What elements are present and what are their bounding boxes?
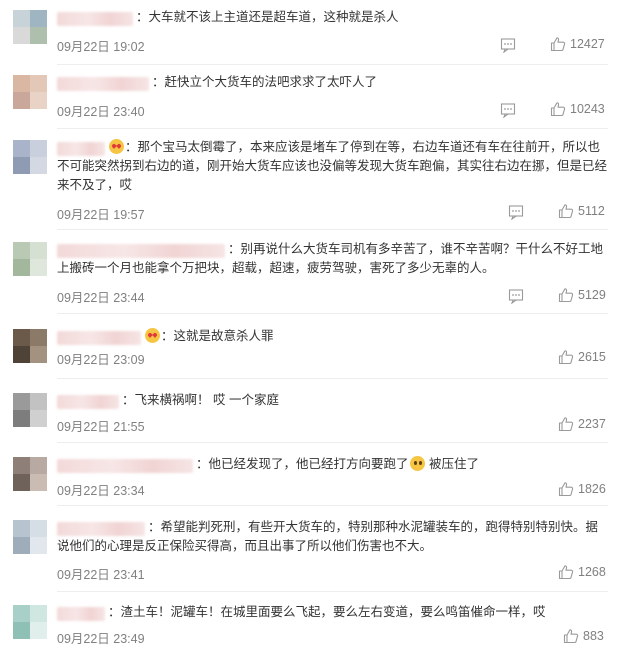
avatar[interactable] bbox=[13, 605, 47, 639]
heart-eyes-emoji-icon bbox=[145, 328, 160, 343]
thumbs-up-icon[interactable] bbox=[558, 349, 574, 365]
divider bbox=[57, 64, 608, 65]
comment-text: ：渣土车！泥罐车！在城里面要么飞起，要么左右变道，要么鸣笛催命一样，哎 bbox=[108, 605, 546, 619]
thumbs-up-icon[interactable] bbox=[558, 416, 574, 432]
comment-text: ：这就是故意杀人罪 bbox=[57, 327, 608, 346]
thumbs-up-icon[interactable] bbox=[558, 203, 574, 219]
like-count: 2237 bbox=[578, 417, 606, 431]
divider bbox=[57, 378, 608, 379]
comment-time: 09月22日 19:57 bbox=[57, 208, 145, 222]
comment-item: ：赶快立个大货车的法吧求求了太吓人了 09月22日 23:40 10243 bbox=[0, 73, 622, 123]
avatar[interactable] bbox=[13, 75, 47, 109]
like-count: 883 bbox=[583, 629, 604, 643]
comment-item: ：大车就不该上主道还是超车道，这种就是杀人 09月22日 19:02 12427 bbox=[0, 8, 622, 58]
thumbs-up-icon[interactable] bbox=[558, 287, 574, 303]
avatar[interactable] bbox=[13, 242, 47, 276]
comment-icon[interactable] bbox=[508, 204, 524, 220]
divider bbox=[57, 591, 608, 592]
divider bbox=[57, 442, 608, 443]
divider bbox=[57, 313, 608, 314]
avatar[interactable] bbox=[13, 10, 47, 44]
like-count: 1268 bbox=[578, 565, 606, 579]
like-count: 10243 bbox=[570, 102, 605, 116]
comment-text: ：大车就不该上主道还是超车道，这种就是杀人 bbox=[136, 10, 399, 24]
thumbs-up-icon[interactable] bbox=[563, 628, 579, 644]
avatar[interactable] bbox=[13, 329, 47, 363]
like-count: 1826 bbox=[578, 482, 606, 496]
divider bbox=[57, 128, 608, 129]
comment-time: 09月22日 23:40 bbox=[57, 105, 145, 119]
comment-text: ：别再说什么大货车司机有多辛苦了，谁不辛苦啊？干什么不好工地上搬砖一个月也能拿个… bbox=[57, 242, 604, 275]
like-count: 5112 bbox=[578, 204, 605, 218]
comment-text: ：飞来横祸啊！ 哎 一个家庭 bbox=[122, 393, 279, 407]
comment-time: 09月22日 23:41 bbox=[57, 568, 145, 582]
like-count: 5129 bbox=[578, 288, 606, 302]
comment-time: 09月22日 21:55 bbox=[57, 420, 145, 434]
comment-text: ：他已经发现了，他已经打方向要跑了 被压住了 bbox=[196, 456, 479, 471]
comment-item: ：他已经发现了，他已经打方向要跑了 被压住了 09月22日 23:34 1826 bbox=[0, 455, 622, 501]
comment-item: ：这就是故意杀人罪 09月22日 23:09 2615 bbox=[0, 327, 622, 373]
comment-item: ：别再说什么大货车司机有多辛苦了，谁不辛苦啊？干什么不好工地上搬砖一个月也能拿个… bbox=[0, 240, 622, 305]
comment-text: ：赶快立个大货车的法吧求求了太吓人了 bbox=[152, 75, 378, 89]
comment-time: 09月22日 19:02 bbox=[57, 40, 145, 54]
comment-item: ：希望能判死刑，有些开大货车的，特别那种水泥罐装车的，跑得特别特别快。据说他们的… bbox=[0, 518, 622, 582]
worried-emoji-icon bbox=[409, 456, 425, 471]
avatar[interactable] bbox=[13, 140, 47, 174]
like-count: 2615 bbox=[578, 350, 606, 364]
thumbs-up-icon[interactable] bbox=[550, 101, 566, 117]
comment-item: ：飞来横祸啊！ 哎 一个家庭 09月22日 21:55 2237 bbox=[0, 391, 622, 437]
divider bbox=[57, 505, 608, 506]
comment-text: ：希望能判死刑，有些开大货车的，特别那种水泥罐装车的，跑得特别特别快。据说他们的… bbox=[57, 520, 599, 553]
avatar[interactable] bbox=[13, 457, 47, 491]
comment-item: ：那个宝马太倒霉了，本来应该是堵车了停到在等，右边车道还有车在往前开，所以也不可… bbox=[0, 138, 622, 222]
avatar[interactable] bbox=[13, 520, 47, 554]
comment-text: ：那个宝马太倒霉了，本来应该是堵车了停到在等，右边车道还有车在往前开，所以也不可… bbox=[57, 139, 608, 192]
like-count: 12427 bbox=[570, 37, 605, 51]
avatar[interactable] bbox=[13, 393, 47, 427]
comment-time: 09月22日 23:09 bbox=[57, 353, 145, 367]
comment-icon[interactable] bbox=[500, 102, 516, 118]
comment-icon[interactable] bbox=[508, 288, 524, 304]
divider bbox=[57, 229, 608, 230]
comment-icon[interactable] bbox=[500, 37, 516, 53]
thumbs-up-icon[interactable] bbox=[550, 36, 566, 52]
comment-time: 09月22日 23:34 bbox=[57, 484, 145, 498]
thumbs-up-icon[interactable] bbox=[558, 481, 574, 497]
comment-time: 09月22日 23:49 bbox=[57, 632, 145, 646]
heart-eyes-emoji-icon bbox=[109, 139, 124, 154]
comment-time: 09月22日 23:44 bbox=[57, 291, 145, 305]
comment-item: ：渣土车！泥罐车！在城里面要么飞起，要么左右变道，要么鸣笛催命一样，哎 09月2… bbox=[0, 603, 622, 649]
thumbs-up-icon[interactable] bbox=[558, 564, 574, 580]
